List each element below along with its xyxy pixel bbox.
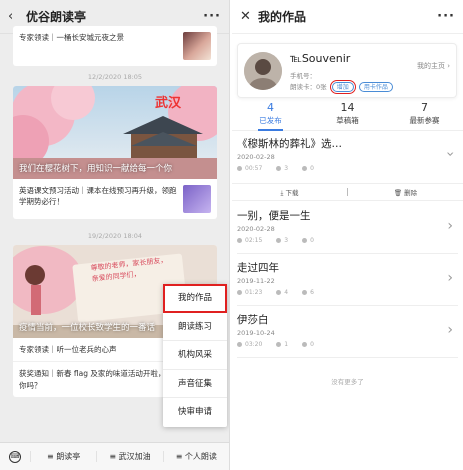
delete-button[interactable]: 🗑 删除 [348, 187, 463, 197]
phone-label: 手机号： [290, 72, 316, 80]
delete-label: 删除 [404, 189, 418, 197]
like-count: 0 [302, 341, 314, 348]
download-label: 下载 [285, 188, 299, 197]
work-title: 伊莎白 [237, 314, 269, 326]
keyboard-icon[interactable]: ⌨ [0, 450, 30, 463]
chevron-down-icon[interactable]: › [442, 151, 458, 157]
tab-label: 已发布 [259, 116, 282, 125]
menu-item-reading-practice[interactable]: 朗读练习 [163, 313, 227, 341]
work-title: 走过四年 [237, 262, 279, 274]
download-button[interactable]: ⤓ 下载 [232, 187, 347, 198]
duration: 01:23 [237, 289, 262, 296]
work-actions: ⤓ 下载 🗑 删除 [232, 183, 463, 201]
timestamp: 12/2/2020 18:05 [87, 73, 143, 81]
works-panel: ✕ 我的作品 ··· ℡Souvenir 手机号： 朗读卡：0张 增加 用卡作品… [232, 0, 463, 470]
work-date: 2020-02-28 [237, 153, 275, 161]
profile-card: ℡Souvenir 手机号： 朗读卡：0张 增加 用卡作品 我的主页 › [237, 43, 457, 98]
like-count: 0 [302, 165, 314, 172]
tab-count: 7 [421, 101, 428, 114]
play-count: 1 [276, 341, 288, 348]
more-icon[interactable]: ··· [437, 9, 455, 24]
tab-latest-contest[interactable]: 7 最新参赛 [386, 101, 463, 130]
like-count: 6 [302, 289, 314, 296]
divider [237, 357, 458, 358]
play-count: 4 [276, 289, 288, 296]
chevron-right-icon[interactable]: › [447, 270, 453, 286]
page-title: 我的作品 [258, 10, 307, 24]
tab-label: 最新参赛 [409, 116, 440, 125]
duration: 00:57 [237, 165, 262, 172]
list-item[interactable]: 专家领读｜一桶长安城元夜之景 [13, 26, 217, 66]
message-card[interactable]: 武汉 我们在樱花树下，用知识一献给每一个你 英语课文预习活动｜课本在线预习再升级… [13, 86, 217, 219]
work-item[interactable]: 走过四年 2019-11-22 01:23 4 6 [232, 260, 463, 296]
chat-title: 优谷朗读亭 [26, 10, 87, 24]
work-stats: 03:20 1 0 [237, 341, 458, 348]
tab-drafts[interactable]: 14 草稿箱 [309, 101, 386, 130]
work-date: 2020-02-28 [237, 225, 275, 233]
work-date: 2019-11-22 [237, 277, 275, 285]
more-icon[interactable]: ··· [203, 9, 221, 24]
banner-caption: 我们在樱花树下，用知识一献给每一个你 [19, 164, 173, 174]
work-stats: 01:23 4 6 [237, 289, 458, 296]
banner-overlay-text: 武汉 [155, 96, 182, 111]
work-date: 2019-10-24 [237, 329, 275, 337]
list-item[interactable]: 英语课文预习活动｜课本在线预习再升级，领跑学期势必行！ [13, 179, 217, 219]
user-name: ℡Souvenir [290, 52, 351, 65]
no-more-text: 没有更多了 [331, 378, 364, 386]
close-icon[interactable]: ✕ [240, 9, 254, 24]
back-icon[interactable]: ‹ [8, 9, 22, 24]
duration: 03:20 [237, 341, 262, 348]
menu-item-institution[interactable]: 机构风采 [163, 341, 227, 370]
divider [237, 253, 458, 254]
menu-tab-wuhan[interactable]: ≡ 武汉加油 [96, 451, 162, 462]
add-card-button[interactable]: 增加 [329, 80, 356, 94]
chevron-right-icon[interactable]: › [447, 322, 453, 338]
card-works-button[interactable]: 用卡作品 [358, 82, 393, 92]
tab-published[interactable]: 4 已发布 [232, 101, 309, 131]
card-count: 朗读卡：0张 [290, 83, 327, 91]
work-item[interactable]: 《穆斯林的葬礼》选… 2020-02-28 00:57 3 0 [232, 136, 463, 172]
work-stats: 00:57 3 0 [237, 165, 458, 172]
banner-caption: 疫情当前，一位校长致学生的一番话 [19, 323, 156, 333]
message-card[interactable]: 专家领读｜一桶长安城元夜之景 [13, 26, 217, 66]
my-homepage-link[interactable]: 我的主页 › [417, 61, 450, 71]
tab-count: 14 [340, 101, 355, 114]
works-tabs: 4 已发布 14 草稿箱 7 最新参赛 [232, 101, 463, 131]
menu-item-my-works[interactable]: 我的作品 [163, 284, 227, 313]
works-header: ✕ 我的作品 ··· [232, 0, 463, 34]
work-title: 一别，便是一生 [237, 210, 311, 222]
menu-tab-reading-booth[interactable]: ≡ 朗读亭 [30, 451, 96, 462]
avatar[interactable] [244, 52, 282, 90]
menu-popup: 我的作品 朗读练习 机构风采 声音征集 快审申请 [163, 284, 227, 427]
work-title: 《穆斯林的葬礼》选… [237, 138, 342, 150]
article-title: 英语课文预习活动｜课本在线预习再升级，领跑学期势必行！ [19, 186, 177, 207]
menu-item-review-apply[interactable]: 快审申请 [163, 398, 227, 427]
avatar-image [244, 52, 282, 90]
menu-tab-personal[interactable]: ≡ 个人朗读 [162, 451, 229, 462]
tab-label: 草稿箱 [336, 116, 359, 125]
work-item[interactable]: 伊莎白 2019-10-24 03:20 1 0 [232, 312, 463, 348]
card-line: 朗读卡：0张 增加 用卡作品 [290, 80, 393, 94]
duration: 02:15 [237, 237, 262, 244]
tab-count: 4 [267, 101, 274, 114]
work-stats: 02:15 3 0 [237, 237, 458, 244]
like-count: 0 [302, 237, 314, 244]
article-banner[interactable]: 武汉 我们在樱花树下，用知识一献给每一个你 [13, 86, 217, 179]
divider [237, 305, 458, 306]
menu-item-voice-collection[interactable]: 声音征集 [163, 370, 227, 398]
article-title: 专家领读｜一桶长安城元夜之景 [19, 33, 124, 42]
timestamp: 19/2/2020 18:04 [87, 232, 143, 240]
play-count: 3 [276, 165, 288, 172]
work-item[interactable]: 一别，便是一生 2020-02-28 02:15 3 0 [232, 208, 463, 244]
article-thumbnail [183, 32, 211, 60]
chevron-right-icon[interactable]: › [447, 218, 453, 234]
article-thumbnail [183, 185, 211, 213]
play-count: 3 [276, 237, 288, 244]
chat-panel: ‹ 优谷朗读亭 ··· 专家领读｜一桶长安城元夜之景 12/2/2020 18:… [0, 0, 230, 470]
bottom-menu-bar: ⌨ ≡ 朗读亭 ≡ 武汉加油 ≡ 个人朗读 [0, 442, 229, 470]
